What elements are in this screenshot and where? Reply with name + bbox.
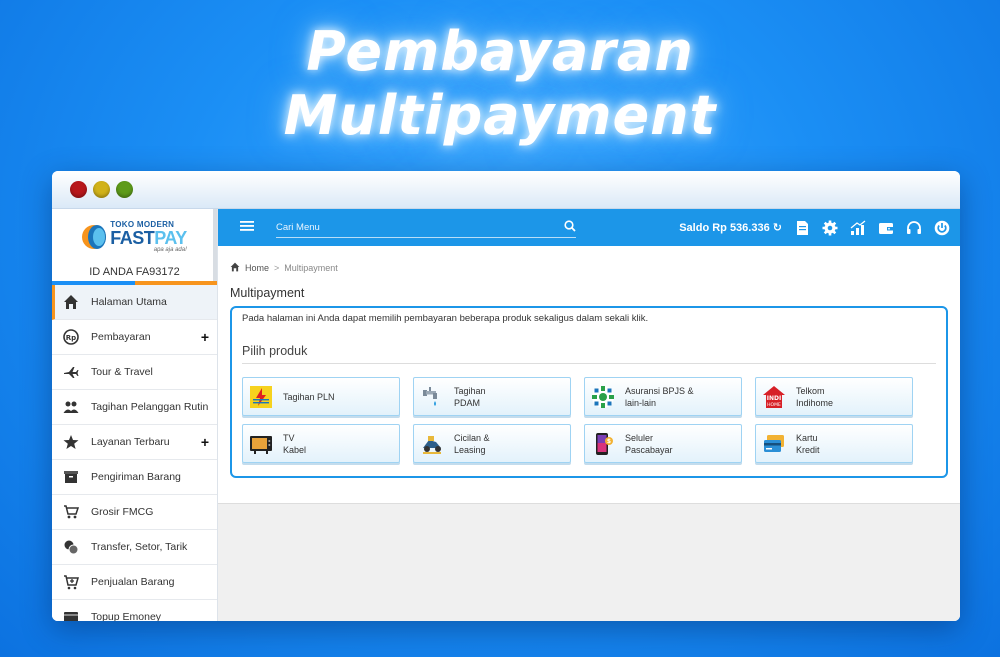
sidebar-item-topup-emoney[interactable]: Topup Emoney [52,600,217,621]
payment-icon: Rp [62,328,80,346]
tv-icon [249,432,273,456]
credit-card-icon [762,432,786,456]
sidebar-item-label: Pengiriman Barang [91,471,181,483]
leasing-icon [420,432,444,456]
sidebar-item-layanan-terbaru[interactable]: Layanan Terbaru + [52,425,217,460]
water-tap-icon [420,385,444,409]
sidebar-item-label: Pembayaran [91,331,151,343]
search-bar [276,218,576,238]
sidebar-item-halaman-utama[interactable]: Halaman Utama [52,285,217,320]
breadcrumb-home-link[interactable]: Home [245,263,269,273]
document-icon[interactable] [794,220,810,236]
sidebar-item-label: Tour & Travel [91,366,153,378]
svg-text:$: $ [607,438,611,445]
product-tagihan-pln[interactable]: Tagihan PLN [242,377,400,416]
topbar-actions: Saldo Rp 536.336 ↻ [679,219,950,236]
hero-title: Pembayaran Multipayment [0,20,1000,148]
indihome-icon: INDI HOME [762,385,786,409]
headset-icon[interactable] [906,220,922,236]
sidebar-item-pembayaran[interactable]: Rp Pembayaran + [52,320,217,355]
card-icon [62,608,80,621]
pln-icon [249,385,273,409]
user-id: ID ANDA FA93172 [52,259,217,285]
refresh-icon[interactable]: ↻ [773,222,782,234]
product-telkom-indihome[interactable]: INDI HOME Telkom Indihome [755,377,913,416]
sidebar-item-tour-travel[interactable]: Tour & Travel [52,355,217,390]
logo-tagline: apa aja ada! [153,247,187,253]
page-title: Multipayment [230,286,305,300]
breadcrumb: Home > Multipayment [230,262,948,274]
app-container: TOKO MODERN FASTPAY apa aja ada! ID ANDA… [52,209,960,621]
hero-title-line1: Pembayaran [306,20,694,83]
logo-main-text: FASTPAY [110,228,187,248]
multipayment-panel: Pada halaman ini Anda dapat memilih pemb… [230,306,948,478]
wallet-icon[interactable] [878,220,894,236]
sidebar-item-label: Topup Emoney [91,611,162,621]
search-input[interactable] [276,221,536,233]
close-window-button[interactable] [70,181,87,198]
minimize-window-button[interactable] [93,181,110,198]
browser-window: TOKO MODERN FASTPAY apa aja ada! ID ANDA… [52,171,960,621]
users-icon [62,398,80,416]
sidebar-item-label: Tagihan Pelanggan Rutin [91,401,209,413]
sidebar-item-label: Transfer, Setor, Tarik [91,541,188,553]
sidebar-item-label: Layanan Terbaru [91,436,170,448]
topbar: Saldo Rp 536.336 ↻ [218,209,960,246]
coins-icon [62,538,80,556]
gear-icon[interactable] [822,220,838,236]
power-icon[interactable] [934,220,950,236]
expand-plus-icon[interactable]: + [201,329,209,345]
main-area: Saldo Rp 536.336 ↻ [218,209,960,621]
panel-description: Pada halaman ini Anda dapat memilih pemb… [242,313,649,324]
footer-area [218,503,960,621]
maximize-window-button[interactable] [116,181,133,198]
sidebar-item-tagihan-pelanggan-rutin[interactable]: Tagihan Pelanggan Rutin [52,390,217,425]
home-icon[interactable] [230,262,240,274]
svg-text:Rp: Rp [66,334,76,342]
sidebar-item-label: Penjualan Barang [91,576,175,588]
brand-logo[interactable]: TOKO MODERN FASTPAY apa aja ada! [52,209,217,259]
sidebar-menu: Halaman Utama Rp Pembayaran + Tour & Tra… [52,285,217,621]
product-tv-kabel[interactable]: TV Kabel [242,424,400,463]
box-icon [62,468,80,486]
phone-icon: $ [591,432,615,456]
saldo-balance: Saldo Rp 536.336 ↻ [679,222,782,234]
star-icon [62,433,80,451]
product-grid: Tagihan PLN Tagihan PDAM Asuransi BPJS &… [242,377,936,463]
home-icon [62,293,80,311]
product-asuransi-bpjs[interactable]: Asuransi BPJS & lain-lain [584,377,742,416]
search-icon[interactable] [564,219,576,235]
sidebar-item-penjualan-barang[interactable]: Penjualan Barang [52,565,217,600]
svg-text:INDI: INDI [767,395,781,402]
sidebar-item-pengiriman-barang[interactable]: Pengiriman Barang [52,460,217,495]
sidebar-item-label: Grosir FMCG [91,506,154,518]
product-cicilan-leasing[interactable]: Cicilan & Leasing [413,424,571,463]
hamburger-menu-icon[interactable] [240,219,260,237]
cart-plus-icon [62,573,80,591]
window-titlebar [52,171,960,209]
product-seluler-pascabayar[interactable]: $ Seluler Pascabayar [584,424,742,463]
product-tagihan-pdam[interactable]: Tagihan PDAM [413,377,571,416]
breadcrumb-current: Multipayment [284,263,338,273]
sidebar-item-grosir-fmcg[interactable]: Grosir FMCG [52,495,217,530]
product-kartu-kredit[interactable]: Kartu Kredit [755,424,913,463]
sidebar-item-label: Halaman Utama [91,296,167,308]
plane-icon [62,363,80,381]
breadcrumb-separator: > [274,263,280,273]
sidebar: TOKO MODERN FASTPAY apa aja ada! ID ANDA… [52,209,218,621]
expand-plus-icon[interactable]: + [201,434,209,450]
cart-icon [62,503,80,521]
svg-text:HOME: HOME [767,402,781,408]
logo-mark-icon [82,225,107,249]
bpjs-icon [591,385,615,409]
chart-icon[interactable] [850,219,866,236]
content-area: Home > Multipayment Multipayment Pada ha… [218,246,960,503]
sidebar-item-transfer-setor-tarik[interactable]: Transfer, Setor, Tarik [52,530,217,565]
section-title: Pilih produk [242,344,936,364]
hero-title-line2: Multipayment [283,84,717,147]
